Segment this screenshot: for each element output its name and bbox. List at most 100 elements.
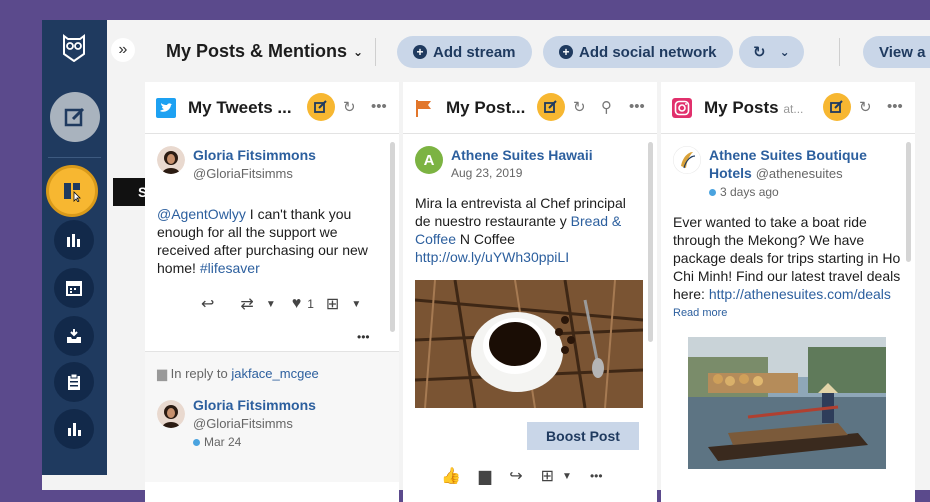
refresh-icon[interactable]: ↻: [859, 98, 872, 116]
comment-icon: ▆: [157, 366, 167, 381]
more-icon[interactable]: •••: [357, 330, 370, 344]
tweet-post: Gloria Fitsimmons @GloriaFitsimms @Agent…: [145, 134, 399, 352]
stream-title: My Posts at...: [704, 98, 804, 118]
url-link[interactable]: http://athenesuites.com/deals: [709, 286, 891, 302]
search-icon[interactable]: ⚲: [601, 98, 612, 116]
stream-title-suffix: at...: [783, 101, 804, 116]
expand-sidebar-button[interactable]: »: [111, 38, 135, 62]
comment-icon[interactable]: ▆: [479, 466, 491, 486]
chevron-down-icon[interactable]: ▼: [562, 471, 572, 482]
stream-title: My Tweets ...: [188, 97, 292, 117]
author-name: Gloria Fitsimmons: [193, 147, 316, 163]
header-bar: My Posts & Mentions ⌄ + Add stream + Add…: [145, 20, 930, 82]
reply-icon[interactable]: ↩: [201, 294, 214, 314]
more-icon[interactable]: •••: [629, 98, 645, 115]
reply-label: In reply to: [170, 366, 228, 381]
plus-icon: +: [559, 45, 573, 59]
refresh-icon[interactable]: ↻: [573, 98, 586, 116]
author-name: Gloria Fitsimmons: [193, 397, 316, 413]
instagram-icon: [672, 97, 692, 118]
reply-user-link[interactable]: jakface_mcgee: [231, 366, 318, 381]
inbox-button[interactable]: [54, 316, 94, 356]
add-social-network-button[interactable]: + Add social network: [543, 36, 733, 68]
nav-divider: [48, 157, 101, 158]
bar-chart-icon: [68, 423, 81, 436]
compose-to-stream-button[interactable]: [307, 93, 335, 121]
more-icon[interactable]: •••: [887, 98, 903, 115]
share-icon[interactable]: ↪: [509, 466, 522, 486]
post-actions: ↩ ⇄ ▼ ♥ 1 ⊞ ▼: [201, 294, 361, 314]
heart-icon[interactable]: ♥: [292, 295, 302, 313]
reply-context: ▆ In reply to jakface_mcgee: [157, 366, 387, 382]
post-actions: 👍 ▆ ↪ ⊞ ▼ •••: [441, 466, 645, 486]
post-text: Mira la entrevista al Chef principal de …: [415, 194, 645, 266]
view-all-button[interactable]: View a: [863, 36, 930, 68]
app-frame: Streams » My Posts & Mentions ⌄ + Add st…: [42, 20, 930, 502]
refresh-dropdown-button[interactable]: ↻ ⌄: [739, 36, 804, 68]
retweet-icon[interactable]: ⇄: [240, 294, 253, 314]
header-divider: [839, 38, 840, 66]
left-nav: [42, 20, 107, 475]
refresh-icon[interactable]: ↻: [343, 98, 356, 116]
compose-button[interactable]: [50, 92, 100, 142]
stream-column-tweets: My Tweets ... ↻ ••• Gloria Fitsimmons @G…: [145, 82, 399, 502]
post-author[interactable]: Athene Suites Hawaii: [451, 146, 645, 164]
planner-button[interactable]: [54, 268, 94, 308]
chevron-down-icon[interactable]: ▼: [266, 299, 276, 310]
save-icon[interactable]: ⊞: [541, 466, 554, 486]
post-text: Ever wanted to take a boat ride through …: [673, 213, 903, 303]
analytics-button[interactable]: [54, 220, 94, 260]
facebook-post: A Athene Suites Hawaii Aug 23, 2019 Mira…: [403, 134, 657, 498]
flag-icon: [416, 99, 431, 117]
compose-to-stream-button[interactable]: [537, 93, 565, 121]
url-link[interactable]: http://ow.ly/uYWh30ppiLI: [415, 249, 569, 265]
post-author[interactable]: Gloria Fitsimmons @GloriaFitsimms: [193, 146, 387, 183]
avatar[interactable]: [157, 146, 185, 174]
tab-title-dropdown[interactable]: My Posts & Mentions ⌄: [166, 41, 363, 62]
stream-column-instagram: My Posts at... ↻ ••• Athene Suites Bouti…: [661, 82, 915, 502]
read-more-link[interactable]: Read more: [673, 307, 903, 319]
assignments-button[interactable]: [54, 362, 94, 402]
date-text: Mar 24: [204, 435, 242, 449]
chevron-right-icon: »: [118, 41, 128, 58]
stream-column-facebook: My Post... ↻ ⚲ ••• A Athene Suites Hawai…: [403, 82, 657, 502]
streams-button[interactable]: [46, 165, 98, 217]
post-author[interactable]: Gloria Fitsimmons @GloriaFitsimms: [193, 396, 387, 433]
stream-title: My Post...: [446, 97, 526, 117]
compose-to-stream-button[interactable]: [823, 93, 851, 121]
post-image-coffee[interactable]: [415, 280, 643, 408]
boost-post-button[interactable]: Boost Post: [527, 422, 639, 450]
post-date: Mar 24: [193, 435, 387, 449]
add-social-label: Add social network: [579, 43, 717, 61]
compose-icon: [544, 100, 557, 113]
post-image-mekong-boat[interactable]: [688, 337, 886, 469]
more-icon[interactable]: •••: [371, 98, 387, 115]
save-icon[interactable]: ⊞: [326, 294, 339, 314]
chevron-down-icon: ⌄: [779, 45, 790, 59]
calendar-icon: [66, 281, 82, 296]
author-handle: @athenesuites: [755, 166, 843, 181]
chevron-down-icon[interactable]: ▼: [351, 299, 361, 310]
page-title: My Posts & Mentions: [166, 41, 348, 61]
reports-button[interactable]: [54, 409, 94, 449]
more-icon[interactable]: •••: [590, 469, 603, 483]
avatar[interactable]: [673, 146, 701, 174]
author-handle: @GloriaFitsimms: [193, 416, 293, 431]
like-icon[interactable]: 👍: [441, 466, 461, 486]
mention-link[interactable]: @AgentOwlyy: [157, 206, 246, 222]
avatar[interactable]: [157, 400, 185, 428]
avatar[interactable]: A: [415, 146, 443, 174]
owl-logo-icon[interactable]: [62, 34, 86, 62]
status-dot: [193, 439, 200, 447]
post-date: 3 days ago: [709, 185, 903, 199]
post-author[interactable]: Athene Suites Boutique Hotels @athenesui…: [709, 146, 903, 183]
compose-icon: [314, 100, 327, 113]
post-body-2: N Coffee: [456, 231, 515, 247]
instagram-post: Athene Suites Boutique Hotels @athenesui…: [661, 134, 915, 481]
hashtag-link[interactable]: #lifesaver: [200, 260, 260, 276]
like-count: 1: [307, 297, 314, 311]
author-handle: @GloriaFitsimms: [193, 166, 293, 181]
stream-header: My Posts at... ↻ •••: [661, 82, 915, 134]
refresh-icon: ↻: [753, 44, 766, 61]
add-stream-button[interactable]: + Add stream: [397, 36, 532, 68]
